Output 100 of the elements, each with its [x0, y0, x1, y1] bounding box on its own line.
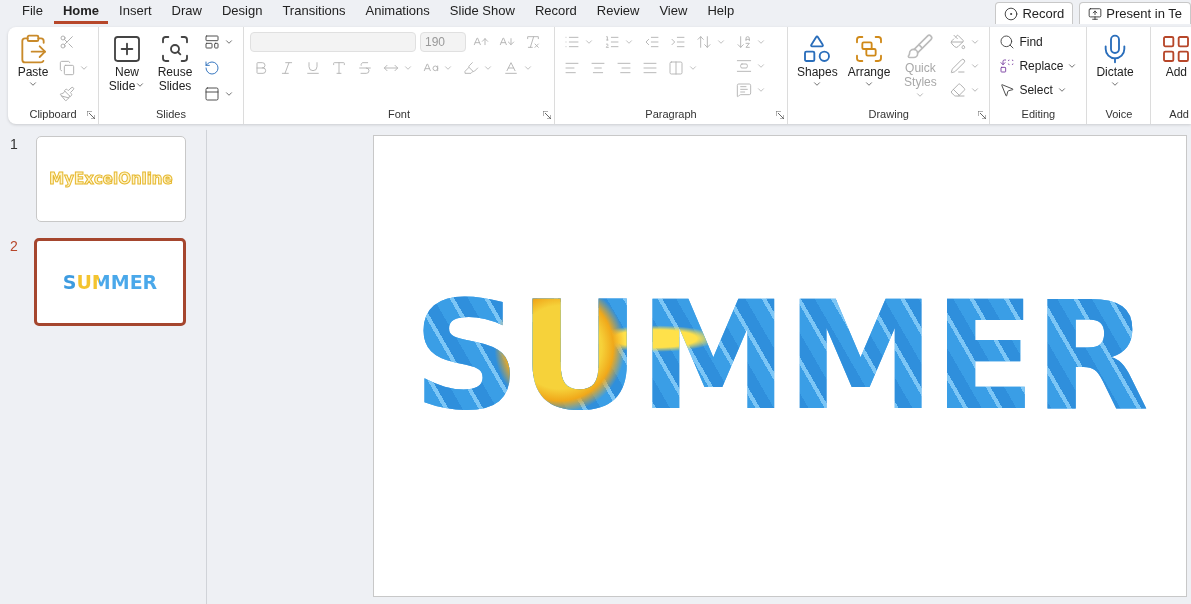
caret-icon [584, 37, 594, 47]
select-button[interactable]: Select [996, 79, 1081, 101]
increase-indent-icon [670, 34, 686, 50]
caret-icon [688, 63, 698, 73]
add-button[interactable]: Add [1157, 31, 1191, 81]
reset-icon [204, 60, 220, 76]
align-center-icon [590, 60, 606, 76]
menu-tab[interactable]: Home [53, 3, 109, 24]
caret-icon [483, 63, 493, 73]
caret-icon [812, 79, 823, 89]
numbering-icon [604, 34, 620, 50]
caret-icon [864, 79, 875, 89]
dialog-launcher-icon [776, 111, 784, 119]
dialog-launcher-icon [543, 111, 551, 119]
caret-icon [403, 63, 413, 73]
menu-tab[interactable]: Help [698, 3, 744, 24]
caret-icon [1110, 79, 1121, 89]
caret-icon [1056, 85, 1067, 95]
caret-icon [624, 37, 634, 47]
caret-icon [443, 63, 453, 73]
present-button[interactable]: Present in Te [1079, 2, 1191, 24]
caret-icon [970, 37, 981, 47]
section-icon [204, 86, 220, 102]
record-label: Record [1022, 6, 1065, 21]
justify-icon [642, 60, 658, 76]
copy-icon [59, 60, 75, 76]
dictate-button[interactable]: Dictate [1093, 31, 1137, 91]
arrange-button[interactable]: Arrange [844, 31, 894, 91]
caret-icon [716, 37, 726, 47]
align-text-icon [736, 58, 752, 74]
menu-tab[interactable]: Review [587, 3, 649, 24]
fill-icon [950, 34, 967, 50]
highlight-icon [463, 60, 479, 76]
layout-icon [204, 34, 220, 50]
line-spacing-icon [696, 34, 712, 50]
shapes-button[interactable]: Shapes [794, 31, 841, 91]
bullets-icon [564, 34, 580, 50]
caret-icon [135, 80, 146, 90]
columns-icon [668, 60, 684, 76]
caret-icon [756, 85, 766, 95]
menu-tab[interactable]: Draw [162, 3, 211, 24]
replace-icon [999, 58, 1016, 74]
menu-tab[interactable]: Transitions [273, 3, 355, 24]
group-label: Slides [156, 107, 186, 122]
caret-icon [28, 79, 38, 89]
find-button[interactable]: Find [996, 31, 1081, 53]
dialog-launcher-icon [978, 111, 987, 119]
caret-icon [224, 37, 234, 47]
replace-button[interactable]: Replace [996, 55, 1081, 77]
group-label: Clipboard [29, 107, 77, 122]
menu-tab[interactable]: View [650, 3, 697, 24]
caret-icon [970, 85, 981, 95]
caret-icon [970, 61, 981, 71]
group-label: Add [1169, 107, 1189, 122]
record-button[interactable]: Record [995, 2, 1074, 24]
pointer-icon [999, 82, 1016, 98]
menu-tab[interactable]: Animations [356, 3, 439, 24]
cut-icon [59, 34, 75, 50]
group-label: Drawing [868, 107, 909, 122]
group-label: Editing [1021, 107, 1056, 122]
caret-icon [756, 61, 766, 71]
group-label: Paragraph [645, 107, 697, 122]
paste-button[interactable]: Paste [14, 31, 52, 91]
clear-format-icon [525, 34, 541, 50]
menu-tab[interactable]: Record [525, 3, 586, 24]
decrease-indent-icon [644, 34, 660, 50]
dialog-launcher-icon [87, 111, 95, 119]
group-label: Voice [1105, 107, 1133, 122]
align-left-icon [564, 60, 580, 76]
outline-icon [950, 58, 967, 74]
record-icon [1004, 6, 1019, 21]
caret-icon [523, 63, 533, 73]
align-right-icon [616, 60, 632, 76]
grid-icon [1160, 33, 1191, 65]
format-painter-icon [59, 86, 75, 102]
underline-icon [305, 60, 321, 76]
caret-icon [1067, 61, 1078, 71]
slide-number: 2 [10, 238, 19, 254]
group-label: Font [388, 107, 410, 122]
italic-icon [279, 60, 295, 76]
text-direction-icon [736, 34, 752, 50]
reuse-slides-icon [159, 33, 191, 65]
caret-icon [224, 89, 234, 99]
caret-icon [79, 63, 89, 73]
slide-number: 1 [10, 136, 19, 152]
reuse-slides-button[interactable]: Reuse Slides [153, 31, 197, 95]
menu-tab[interactable]: File [13, 3, 52, 24]
present-label: Present in Te [1106, 6, 1182, 21]
quick-styles-icon [906, 33, 935, 61]
strikethrough-icon [357, 60, 373, 76]
caret-icon [756, 37, 766, 47]
new-slide-button[interactable]: New Slide [105, 31, 149, 95]
thumbnail-title: MyExcelOnline [49, 170, 173, 188]
menu-tab[interactable]: Slide Show [440, 3, 524, 24]
menu-tab[interactable]: Insert [110, 3, 161, 24]
present-icon [1088, 6, 1103, 21]
caret-icon [915, 90, 926, 100]
new-slide-icon [111, 33, 143, 65]
search-icon [999, 34, 1016, 50]
menu-tab[interactable]: Design [212, 3, 272, 24]
